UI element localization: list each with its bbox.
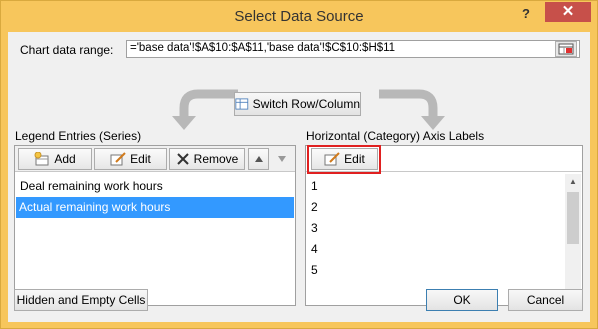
add-series-button[interactable]: Add — [18, 148, 92, 170]
title-bar: Select Data Source ? ✕ — [1, 1, 597, 32]
scroll-up-icon[interactable]: ▲ — [565, 174, 581, 190]
add-series-label: Add — [54, 152, 76, 166]
axis-label-item[interactable]: 5 — [308, 260, 580, 281]
collapse-dialog-icon — [558, 43, 574, 55]
switch-row-column-button[interactable]: Switch Row/Column — [234, 92, 361, 116]
axis-list-scrollbar[interactable]: ▲ ▼ — [565, 174, 581, 304]
cancel-label: Cancel — [526, 293, 565, 307]
edit-highlight-box — [307, 145, 381, 174]
hidden-empty-cells-button[interactable]: Hidden and Empty Cells — [14, 289, 148, 311]
remove-series-button[interactable]: Remove — [169, 148, 245, 170]
add-icon — [34, 152, 49, 166]
series-item-actual[interactable]: Actual remaining work hours — [16, 197, 294, 218]
up-arrow-icon — [254, 156, 263, 162]
legend-entries-title: Legend Entries (Series) — [15, 129, 142, 143]
scrollbar-thumb[interactable] — [567, 192, 579, 244]
hidden-empty-cells-label: Hidden and Empty Cells — [16, 293, 146, 307]
edit-series-button[interactable]: Edit — [94, 148, 167, 170]
range-selector-button[interactable] — [555, 41, 577, 57]
dialog-body: Chart data range: ='base data'!$A$10:$A$… — [8, 32, 590, 322]
ok-label: OK — [453, 293, 471, 307]
move-up-button[interactable] — [248, 148, 269, 170]
switch-icon — [235, 98, 249, 110]
switch-row-column-label: Switch Row/Column — [252, 97, 360, 111]
remove-icon — [176, 153, 189, 165]
chart-data-range-input[interactable]: ='base data'!$A$10:$A$11,'base data'!$C$… — [126, 40, 580, 58]
edit-icon — [110, 152, 126, 166]
down-arrow-icon — [277, 156, 286, 162]
series-item-deal[interactable]: Deal remaining work hours — [17, 176, 293, 197]
help-button[interactable]: ? — [513, 4, 539, 24]
move-down-button[interactable] — [271, 148, 292, 170]
chart-data-range-label: Chart data range: — [20, 43, 114, 57]
close-button[interactable]: ✕ — [545, 2, 591, 22]
legend-entries-panel: Add Edit Remove Deal remaining work hour… — [14, 145, 296, 306]
arrow-right-icon — [379, 89, 445, 130]
edit-series-label: Edit — [130, 152, 151, 166]
axis-label-item[interactable]: 4 — [308, 239, 580, 260]
axis-label-item[interactable]: 2 — [308, 197, 580, 218]
select-data-source-dialog: Select Data Source ? ✕ Chart data range:… — [0, 0, 598, 329]
axis-labels-title: Horizontal (Category) Axis Labels — [306, 129, 485, 143]
cancel-button[interactable]: Cancel — [508, 289, 583, 311]
ok-button[interactable]: OK — [426, 289, 498, 311]
remove-series-label: Remove — [193, 152, 239, 166]
legend-toolbar: Add Edit Remove — [15, 146, 295, 172]
axis-label-item[interactable]: 1 — [308, 176, 580, 197]
dialog-title: Select Data Source — [234, 8, 364, 25]
arrow-left-icon — [172, 89, 238, 130]
axis-label-item[interactable]: 3 — [308, 218, 580, 239]
